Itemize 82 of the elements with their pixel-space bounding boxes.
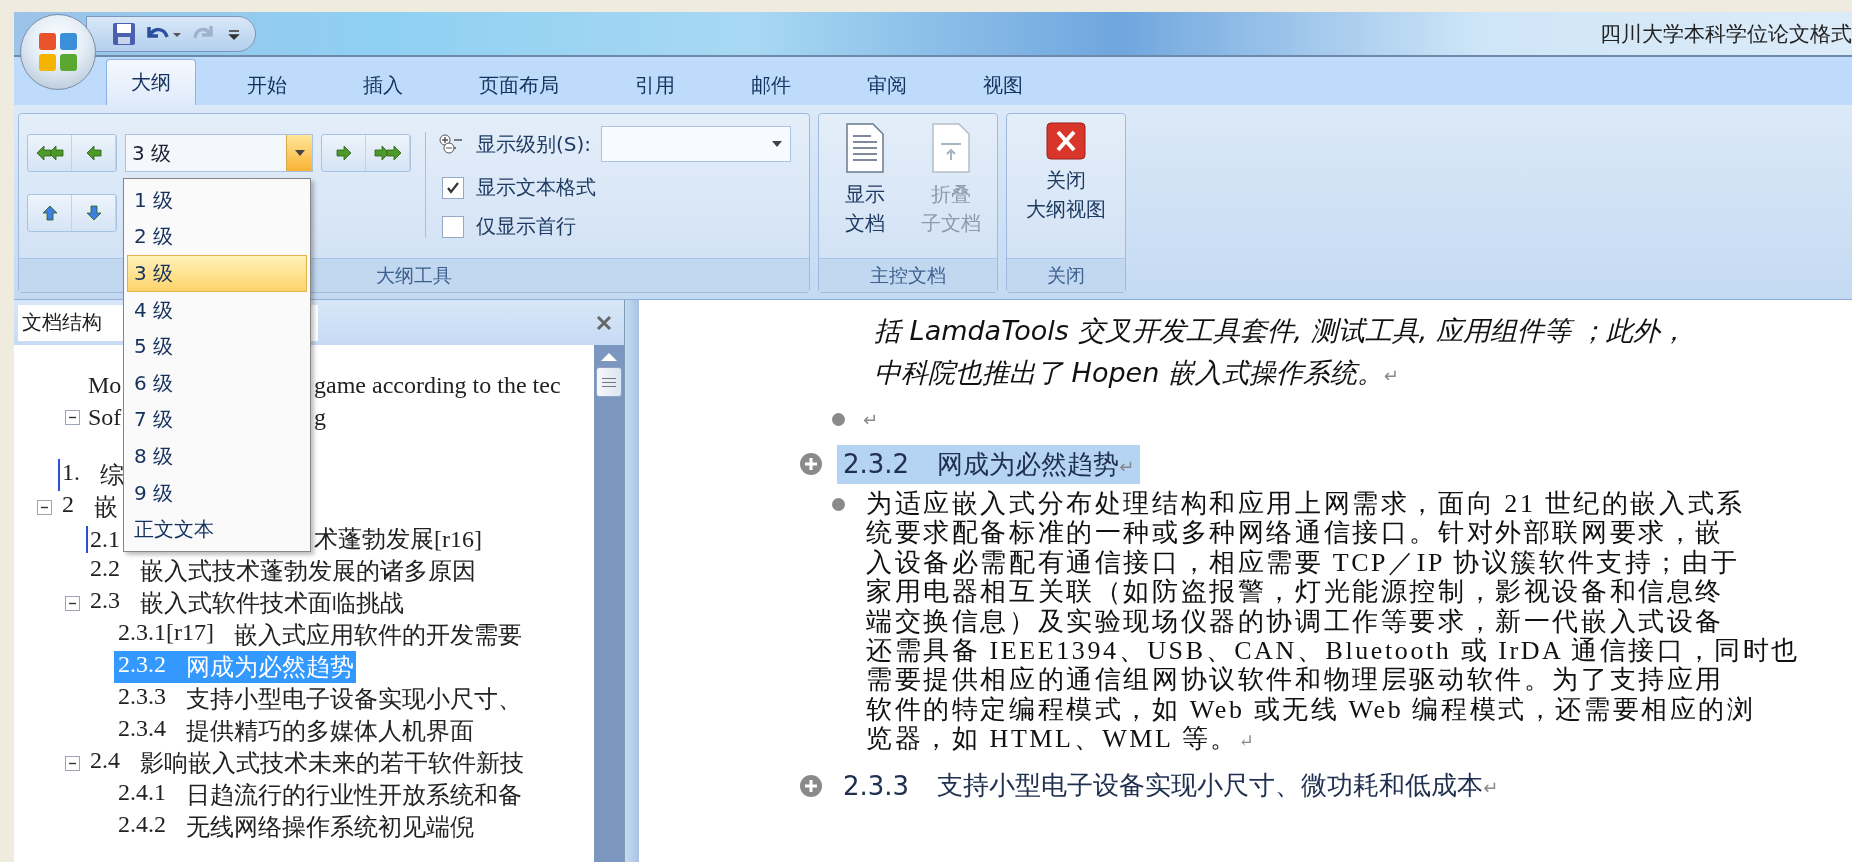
text-line: 中科院也推出了 Hopen 嵌入式操作系统。↵ [874,356,1400,390]
outline-item[interactable]: 2.3.1[r17] 嵌入式应用软件的开发需要 [114,619,524,651]
window-title: 四川大学本科学位论文格式 [1600,20,1852,48]
close-outline-button[interactable]: 关闭 大纲视图 [1011,114,1121,258]
text-line: 统要求配备标准的一种或多种网络通信接口。针对外部联网要求，嵌 [866,518,1725,548]
text-line: 端交换信息）及实验现场仪器的协调工作等要求，新一代嵌入式设备 [866,606,1725,637]
ribbon-button[interactable]: 显示 文档 [824,114,906,258]
arrow-icon [84,204,103,222]
text-line: 入设备必需配有通信接口，相应需要 TCP／IP 协议簇软件支持；由于 [866,547,1741,578]
text-line: 软件的特定编程模式，如 Web 或无线 Web 编程模式，还需要相应的浏 [866,694,1757,725]
save-icon [111,20,137,47]
menu-item[interactable]: 6 级 [127,364,307,402]
arrow-icon [84,144,103,162]
group-label: 关闭 [1047,262,1085,288]
close-button[interactable] [596,314,612,331]
outline-item[interactable]: Sof [86,403,124,431]
outline-item[interactable]: game according to the tec [312,371,563,399]
paragraph-mark: ↵ [863,408,879,430]
arrow-icon [40,204,59,222]
arrow-icon [34,144,65,162]
menu-item[interactable]: 正文文本 [127,511,307,548]
heading: 2.3.3 支持小型电子设备实现小尺寸、微功耗和低成本↵ [842,769,1500,803]
outline-item[interactable]: Mo [86,371,124,399]
scroll-up-icon[interactable] [601,351,617,361]
outline-item[interactable]: 2.3.3 支持小型电子设备实现小尺寸、 [114,683,524,715]
expand-icon[interactable] [799,773,823,798]
checkbox-option[interactable]: 显示文本格式 [438,174,792,201]
ribbon-tab[interactable]: 插入 [338,65,428,105]
bullet-icon [832,412,845,426]
outline-item[interactable]: 2.4 影响嵌入式技术未来的若干软件新技 [86,747,526,779]
menu-item[interactable]: 9 级 [127,474,307,512]
document-icon [931,122,971,174]
text-line: 为适应嵌入式分布处理结构和应用上网需求，面向 21 世纪的嵌入式系 [866,489,1746,519]
outline-item[interactable]: 2.4.2 无线网络操作系统初见端倪 [114,811,476,843]
expand-icon[interactable] [799,452,823,476]
heading: 2.3.2 网成为必然趋势↵ [837,444,1141,484]
close-icon [596,314,612,331]
collapse-toggle[interactable] [65,755,80,771]
text-line: 览器，如 HTML、WML 等。↵ [866,724,1258,756]
checkmark-icon [446,180,460,195]
text-line: 家用电器相互关联（如防盗报警，灯光能源控制，影视设备和信息终 [866,577,1725,607]
ribbon-tab[interactable]: 页面布局 [454,65,584,105]
menu-item[interactable]: 8 级 [127,438,307,475]
scrollbar[interactable] [594,345,624,862]
collapse-toggle[interactable] [37,499,52,515]
outline-level-dropdown[interactable]: 3 级 [125,134,313,172]
checkbox-option[interactable]: 仅显示首行 [438,213,792,240]
caret-icon [772,141,783,147]
text-line: 需要提供相应的通信组网协议软件和物理层驱动软件。为了支持应用 [866,665,1725,695]
document-icon [845,122,885,174]
arrow-icon [372,144,403,162]
outline-item[interactable]: 2.3 嵌入式软件技术面临挑战 [86,587,406,619]
group-label: 大纲工具 [376,262,452,288]
outline-item[interactable]: 术蓬勃发展[r16] [312,523,484,555]
bullet-icon [832,498,845,511]
outline-item[interactable]: 2.4.1 日趋流行的行业性开放系统和备 [114,779,524,811]
outline-item[interactable]: 2.1 [86,525,122,553]
ribbon-tab[interactable]: 邮件 [726,65,816,105]
collapse-toggle[interactable] [65,595,80,611]
outline-item[interactable]: g [312,403,328,431]
menu-item[interactable]: 1 级 [127,182,307,219]
ribbon-tab[interactable]: 大纲 [106,59,196,105]
menu-item[interactable]: 3 级 [127,255,307,292]
arrow-icon [334,144,353,162]
save-button[interactable] [111,20,137,47]
outline-item[interactable]: 2 嵌 [58,491,120,523]
ribbon-tab[interactable]: 审阅 [842,65,932,105]
outline-item[interactable]: 2.2 嵌入式技术蓬勃发展的诸多原因 [86,555,478,587]
collapse-toggle[interactable] [65,409,80,425]
group-label: 主控文档 [870,262,946,288]
text-line: 还需具备 IEEE1394、USB、CAN、Bluetooth 或 IrDA 通信接口，同时也 [866,636,1800,666]
caret-icon [294,150,305,156]
menu-item[interactable]: 2 级 [127,218,307,256]
ribbon-tab[interactable]: 开始 [222,65,312,105]
outline-item[interactable]: 2.3.4 提供精巧的多媒体人机界面 [114,715,476,747]
text-line: 括 LamdaTools 交叉开发工具套件, 测试工具, 应用组件等 ；此外， [874,314,1689,348]
ribbon-tab[interactable]: 视图 [958,65,1048,105]
show-level-label: 显示级别(S): [476,130,592,158]
outline-item[interactable]: 1. 综 [58,459,126,491]
ribbon-tab[interactable]: 引用 [610,65,700,105]
close-icon [1046,122,1086,160]
menu-item[interactable]: 7 级 [127,401,307,439]
